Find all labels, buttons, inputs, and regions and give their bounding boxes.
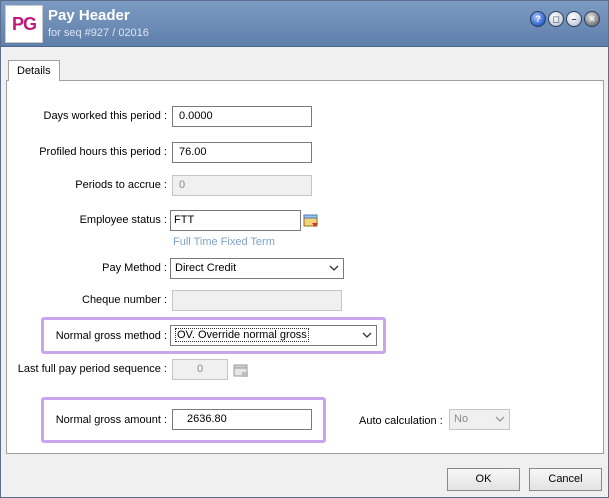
- folder-lookup-icon[interactable]: [303, 213, 319, 229]
- auto-calculation-select: No: [449, 409, 510, 430]
- cancel-button[interactable]: Cancel: [529, 468, 602, 491]
- employee-status-hint: Full Time Fixed Term: [173, 236, 275, 248]
- days-worked-input[interactable]: 0.0000: [172, 106, 312, 127]
- last-full-pay-period-sequence-label: Last full pay period sequence :: [17, 363, 167, 375]
- window-title: Pay Header: [48, 7, 130, 24]
- cheque-number-input: [172, 290, 342, 311]
- days-worked-label: Days worked this period :: [43, 110, 168, 122]
- chevron-down-icon: [362, 332, 372, 338]
- normal-gross-method-label: Normal gross method :: [55, 330, 167, 342]
- auto-calculation-value: No: [454, 413, 469, 425]
- title-bar: PG Pay Header for seq #927 / 02016 ? ◻ –…: [1, 1, 608, 47]
- minimize-icon[interactable]: –: [566, 11, 582, 27]
- profiled-hours-label: Profiled hours this period :: [39, 146, 167, 158]
- normal-gross-method-value: OV. Override normal gross: [175, 328, 309, 342]
- pay-method-select[interactable]: Direct Credit: [170, 258, 344, 279]
- normal-gross-amount-label: Normal gross amount :: [55, 414, 167, 426]
- pg-logo: PG: [5, 5, 43, 43]
- pay-header-window: PG Pay Header for seq #927 / 02016 ? ◻ –…: [0, 0, 609, 498]
- chevron-down-icon: [329, 265, 339, 271]
- ok-button[interactable]: OK: [447, 468, 520, 491]
- pay-method-value: Direct Credit: [175, 262, 237, 274]
- profiled-hours-input[interactable]: 76.00: [172, 142, 312, 163]
- chevron-down-icon: [495, 416, 505, 422]
- pay-method-label: Pay Method :: [102, 262, 167, 274]
- normal-gross-method-select[interactable]: OV. Override normal gross: [170, 325, 377, 346]
- periods-to-accrue-label: Periods to accrue :: [75, 179, 167, 191]
- folder-lookup-icon: [233, 364, 248, 377]
- last-full-pay-period-sequence-input: 0: [172, 359, 228, 380]
- help-icon[interactable]: ?: [530, 11, 546, 27]
- restore-icon[interactable]: ◻: [548, 11, 564, 27]
- auto-calculation-label: Auto calculation :: [359, 415, 443, 427]
- tab-details[interactable]: Details: [8, 60, 60, 81]
- window-subtitle: for seq #927 / 02016: [48, 27, 149, 39]
- periods-to-accrue-input: 0: [172, 175, 312, 196]
- cheque-number-label: Cheque number :: [82, 294, 167, 306]
- employee-status-input[interactable]: FTT: [170, 210, 301, 231]
- normal-gross-amount-input[interactable]: 2636.80: [172, 409, 312, 430]
- close-icon[interactable]: ✕: [584, 11, 600, 27]
- employee-status-label: Employee status :: [79, 214, 167, 226]
